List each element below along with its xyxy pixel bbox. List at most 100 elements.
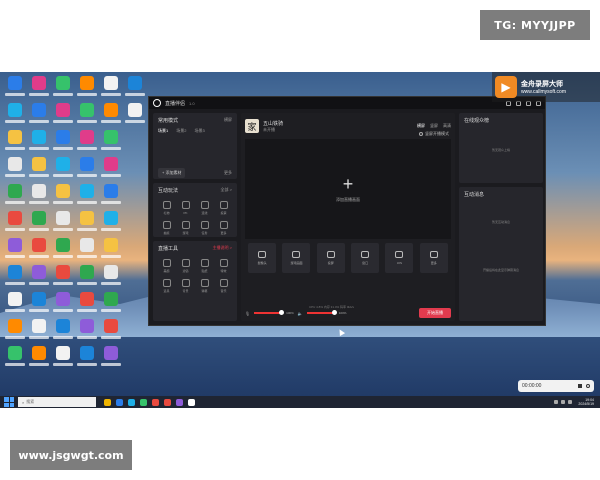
tool-tile[interactable]: 滤镜 [178, 259, 194, 273]
desktop-shortcut[interactable] [76, 184, 98, 212]
interaction-tile[interactable]: 连线 [197, 201, 213, 215]
taskbar-app-icon[interactable] [164, 398, 171, 406]
interaction-tile[interactable]: 投票 [216, 201, 232, 215]
desktop-shortcut[interactable] [4, 103, 26, 131]
interaction-tile[interactable]: 游戏 [178, 221, 194, 235]
taskbar-app-icon[interactable] [152, 398, 159, 406]
taskbar-app-icon[interactable] [128, 398, 135, 406]
tool-tile[interactable]: 美颜 [159, 259, 175, 273]
desktop-shortcut[interactable] [100, 346, 122, 374]
tool-tile[interactable]: 道具 [159, 279, 175, 293]
desktop-shortcut[interactable] [28, 103, 50, 131]
taskbar-app-icon[interactable] [176, 398, 183, 406]
taskbar-search[interactable]: ⌕ 搜索 [18, 397, 96, 407]
desktop-shortcut[interactable] [28, 319, 50, 347]
add-source-area[interactable]: + 添加直播画面 [245, 139, 451, 239]
host-avatar[interactable]: 家 [245, 119, 259, 133]
tab-landscape[interactable]: 横屏 [417, 123, 425, 129]
desktop-shortcut[interactable] [76, 238, 98, 266]
desktop-shortcut[interactable] [4, 346, 26, 374]
tool-tile[interactable]: 特效 [216, 259, 232, 273]
network-icon[interactable] [554, 400, 559, 404]
desktop-shortcut[interactable] [100, 130, 122, 158]
speaker-icon[interactable]: 🔈 [298, 311, 303, 316]
desktop-shortcut[interactable] [76, 319, 98, 347]
interaction-tile[interactable]: 更多 [216, 221, 232, 235]
desktop-shortcut[interactable] [28, 238, 50, 266]
desktop-shortcut[interactable] [124, 103, 146, 131]
desktop-shortcut[interactable] [4, 238, 26, 266]
desktop-shortcut[interactable] [52, 292, 74, 320]
clock[interactable]: 19:04 2024/5/19 [578, 398, 594, 406]
source-tool-button[interactable]: 窗口 [351, 243, 380, 273]
source-tool-button[interactable]: 游戏画面 [282, 243, 311, 273]
desktop-shortcut[interactable] [28, 130, 50, 158]
desktop-shortcut[interactable] [100, 292, 122, 320]
scene-tab-2[interactable]: 场景2 [176, 128, 186, 134]
volume-icon[interactable] [561, 400, 566, 404]
desktop-shortcut[interactable] [4, 130, 26, 158]
desktop-shortcut[interactable] [76, 103, 98, 131]
tab-hd[interactable]: 高清 [443, 123, 451, 129]
desktop-shortcut[interactable] [76, 346, 98, 374]
taskbar-app-icon[interactable] [140, 398, 147, 406]
scene-tab-1[interactable]: 场景1 [158, 128, 168, 134]
tool-tile[interactable]: 背景 [178, 279, 194, 293]
desktop-shortcut[interactable] [52, 103, 74, 131]
tool-tile[interactable]: 贴纸 [197, 259, 213, 273]
desktop-shortcut[interactable] [76, 292, 98, 320]
add-material-button[interactable]: + 添加素材 [158, 168, 186, 178]
interaction-tile[interactable]: PK [178, 201, 194, 215]
taskbar-app-icon[interactable] [104, 398, 111, 406]
desktop-shortcut[interactable] [100, 319, 122, 347]
desktop-shortcut[interactable] [4, 76, 26, 104]
desktop-shortcut[interactable] [28, 211, 50, 239]
desktop-shortcut[interactable] [100, 76, 122, 104]
desktop-shortcut[interactable] [28, 292, 50, 320]
desktop-shortcut[interactable] [4, 184, 26, 212]
scene-more-link[interactable]: 更多 [224, 170, 232, 176]
desktop-shortcut[interactable] [4, 265, 26, 293]
scene-tab-3[interactable]: 场景3 [194, 128, 204, 134]
tools-hint-link[interactable]: 主播说明 > [213, 245, 232, 252]
source-tool-button[interactable]: 更多 [419, 243, 448, 273]
desktop-shortcut[interactable] [76, 130, 98, 158]
tab-portrait[interactable]: 竖屏 [430, 123, 438, 129]
desktop-shortcut[interactable] [52, 184, 74, 212]
tool-tile[interactable]: 音乐 [216, 279, 232, 293]
desktop-shortcut[interactable] [28, 265, 50, 293]
interaction-more-link[interactable]: 全部 > [221, 187, 232, 194]
desktop-shortcut[interactable] [28, 184, 50, 212]
windows-start-icon[interactable] [4, 397, 14, 407]
desktop-shortcut[interactable] [52, 319, 74, 347]
interaction-tile[interactable]: 礼物 [159, 201, 175, 215]
desktop-shortcut[interactable] [76, 211, 98, 239]
source-tool-button[interactable]: 投屏 [316, 243, 345, 273]
stop-icon[interactable] [578, 384, 582, 388]
desktop-shortcut[interactable] [52, 157, 74, 185]
desktop-shortcut[interactable] [52, 265, 74, 293]
desktop-shortcut[interactable] [28, 346, 50, 374]
desktop-shortcut[interactable] [28, 76, 50, 104]
taskbar-app-icon[interactable] [116, 398, 123, 406]
orientation-tag[interactable]: 横屏 [224, 117, 232, 124]
desktop-shortcut[interactable] [100, 157, 122, 185]
desktop-shortcut[interactable] [52, 76, 74, 104]
tool-tile[interactable]: 弹幕 [197, 279, 213, 293]
go-live-button[interactable]: 开始直播 [419, 308, 451, 318]
desktop-shortcut[interactable] [28, 157, 50, 185]
desktop-shortcut[interactable] [76, 76, 98, 104]
taskbar-app-icon[interactable] [188, 398, 195, 406]
ime-icon[interactable] [568, 400, 573, 404]
mic-volume-slider[interactable] [254, 310, 285, 315]
desktop-shortcut[interactable] [4, 292, 26, 320]
desktop-shortcut[interactable] [4, 157, 26, 185]
desktop-shortcut[interactable] [4, 211, 26, 239]
source-tool-button[interactable]: iOS [385, 243, 414, 273]
speaker-volume-slider[interactable] [306, 310, 337, 315]
mic-icon[interactable]: 🎙 [245, 311, 250, 316]
recording-timer[interactable]: 00:00:00 [518, 380, 594, 392]
desktop-shortcut[interactable] [76, 265, 98, 293]
desktop-shortcut[interactable] [52, 130, 74, 158]
desktop-shortcut[interactable] [52, 211, 74, 239]
